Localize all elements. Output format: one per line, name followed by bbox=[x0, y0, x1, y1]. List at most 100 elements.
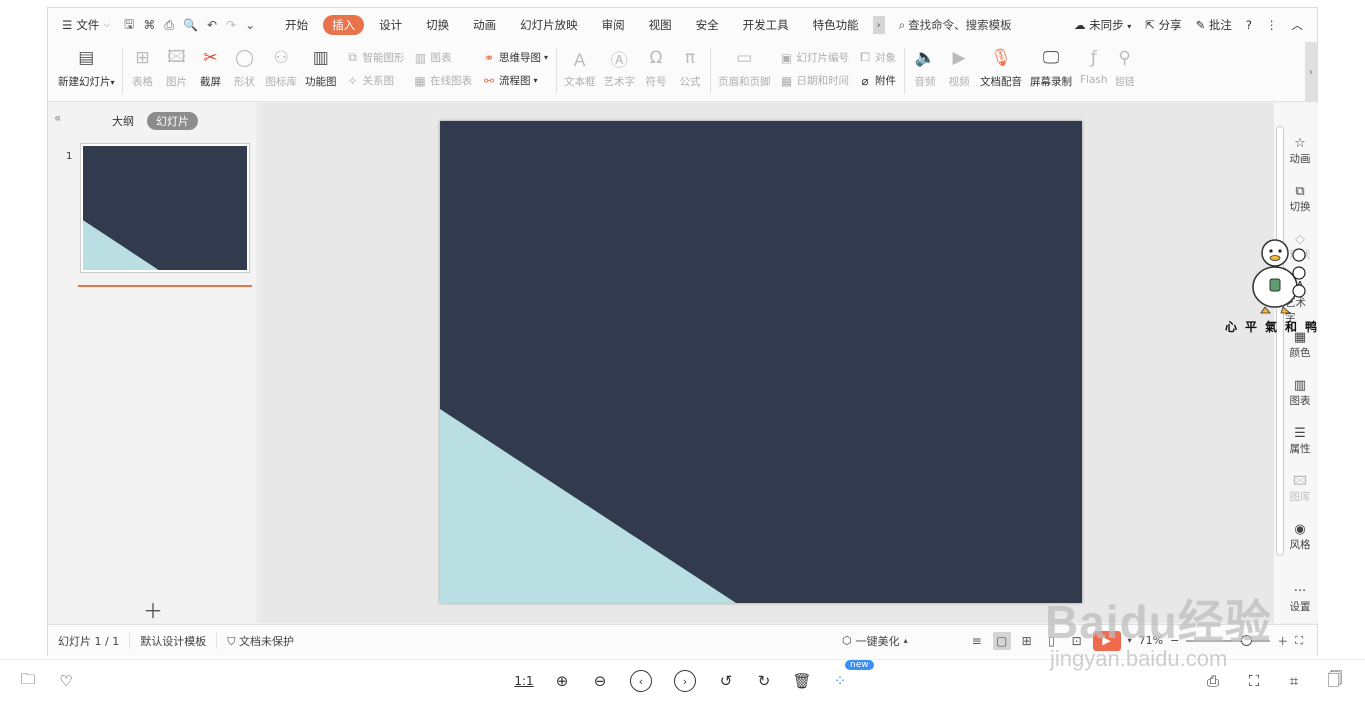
tab-transition[interactable]: 切换 bbox=[417, 15, 458, 35]
tab-animation[interactable]: 动画 bbox=[464, 15, 505, 35]
command-search[interactable]: ⌕ 查找命令、搜索模板 bbox=[899, 17, 1012, 33]
beautify-button[interactable]: ⬡ 一键美化 ▴ bbox=[842, 633, 908, 649]
more-options-icon[interactable]: ⋮ bbox=[1266, 18, 1278, 32]
print-icon[interactable]: ⎙ bbox=[1202, 670, 1224, 692]
design-template[interactable]: 默认设计模板 bbox=[130, 632, 218, 649]
shape-button[interactable]: ◯ 形状 bbox=[232, 42, 258, 98]
formula-button[interactable]: π 公式 bbox=[677, 42, 703, 98]
sidebar-style[interactable]: ◉ 风格 bbox=[1285, 522, 1315, 552]
video-button[interactable]: ▶ 视频 bbox=[946, 42, 972, 98]
screen-record-button[interactable]: 🖵 屏幕录制 bbox=[1030, 42, 1072, 98]
notes-icon[interactable]: ≡ bbox=[968, 632, 986, 650]
duck-mascot-illustration bbox=[1252, 239, 1306, 314]
attachment-button[interactable]: ⌀ 附件 bbox=[858, 73, 896, 88]
save-icon[interactable]: 🖫 bbox=[124, 15, 134, 36]
sidebar-settings[interactable]: ··· 设置 bbox=[1285, 584, 1315, 614]
open-folder-icon[interactable]: 🗀 bbox=[17, 670, 39, 692]
print-icon[interactable]: ⎙ bbox=[164, 18, 174, 33]
rotate-right-icon[interactable]: ↻ bbox=[753, 670, 775, 692]
tab-insert[interactable]: 插入 bbox=[323, 15, 365, 35]
zoom-in-icon[interactable]: ＋ bbox=[1277, 633, 1288, 649]
add-slide-icon[interactable]: ＋ bbox=[143, 595, 163, 624]
ribbon-scroll-right-icon[interactable]: › bbox=[1305, 42, 1317, 102]
rotate-left-icon[interactable]: ↺ bbox=[715, 670, 737, 692]
help-icon[interactable]: ? bbox=[1246, 18, 1252, 32]
online-chart-label: 在线图表 bbox=[430, 75, 473, 87]
fullscreen-icon[interactable]: ⛶ bbox=[1243, 670, 1265, 692]
slide-sorter-icon[interactable]: ⊞ bbox=[1018, 632, 1036, 650]
sync-button[interactable]: ☁ 未同步 ▾ bbox=[1074, 17, 1131, 33]
normal-view-icon[interactable]: ▢ bbox=[992, 631, 1011, 650]
tab-developer[interactable]: 开发工具 bbox=[734, 15, 798, 35]
screenshot-button[interactable]: ✂ 截屏 bbox=[198, 42, 224, 98]
format-painter-icon[interactable]: ⌘ bbox=[143, 18, 155, 32]
tab-slides[interactable]: 幻灯片 bbox=[147, 112, 198, 130]
doc-voice-button[interactable]: 🎙 文档配音 bbox=[980, 42, 1022, 98]
hyperlink-button[interactable]: ⚲ 超链 bbox=[1116, 42, 1134, 98]
audio-button[interactable]: 🔈 音频 bbox=[912, 42, 938, 98]
tab-outline[interactable]: 大纲 bbox=[112, 113, 134, 129]
table-button[interactable]: ⊞ 表格 bbox=[130, 42, 156, 98]
zoom-in-icon[interactable]: ⊕ bbox=[551, 670, 573, 692]
vertical-scrollbar[interactable] bbox=[1274, 126, 1284, 556]
wordart-button[interactable]: Ⓐ 艺术字 bbox=[604, 42, 636, 98]
comment-button[interactable]: ✎ 批注 bbox=[1196, 17, 1232, 33]
textbox-button[interactable]: Ａ 文本框 bbox=[564, 42, 596, 98]
tab-design[interactable]: 设计 bbox=[370, 15, 411, 35]
undo-icon[interactable]: ↶ bbox=[207, 18, 217, 32]
speaker-icon: 🔈 bbox=[914, 48, 936, 68]
slide-number-button[interactable]: ▣ 幻灯片编号 bbox=[780, 50, 849, 65]
sidebar-transition[interactable]: ⧉ 切换 bbox=[1285, 184, 1315, 214]
command-search-label: 查找命令、搜索模板 bbox=[908, 18, 1012, 32]
function-chart-button[interactable]: ▥ 功能图 bbox=[305, 42, 337, 98]
chart-button[interactable]: ▥ 图表 bbox=[414, 50, 452, 65]
new-slide-button[interactable]: ▤ 新建幻灯片▾ bbox=[58, 42, 115, 98]
online-chart-button[interactable]: ▦ 在线图表 bbox=[413, 73, 472, 88]
sidebar-chart[interactable]: ▥ 图表 bbox=[1285, 378, 1315, 408]
share-button[interactable]: ⇱ 分享 bbox=[1145, 17, 1181, 33]
tab-special-features[interactable]: 特色功能 bbox=[804, 15, 868, 35]
tab-security[interactable]: 安全 bbox=[687, 15, 728, 35]
info-icon[interactable]: 🗍 bbox=[1324, 670, 1346, 692]
slide-thumbnail[interactable] bbox=[80, 143, 250, 273]
scrollbar-track[interactable] bbox=[1276, 126, 1284, 556]
sidebar-animation[interactable]: ☆ 动画 bbox=[1285, 136, 1315, 166]
mindmap-button[interactable]: ⚭ 思维导图 ▾ bbox=[482, 50, 548, 65]
current-slide[interactable] bbox=[440, 121, 1082, 603]
icon-library-button[interactable]: ⚇ 图标库 bbox=[266, 42, 298, 98]
collapse-panel-icon[interactable]: « bbox=[54, 111, 61, 125]
apps-icon[interactable]: ⁘ bbox=[829, 670, 851, 692]
sidebar-gallery[interactable]: 🖾 图库 bbox=[1285, 474, 1315, 504]
header-footer-button[interactable]: ▭ 页眉和页脚 bbox=[718, 42, 771, 98]
previous-icon[interactable]: ‹ bbox=[630, 670, 652, 692]
audio-label: 音频 bbox=[914, 76, 936, 88]
screenshot-icon[interactable]: ⌗ bbox=[1283, 670, 1305, 692]
redo-icon[interactable]: ↷ bbox=[226, 18, 236, 32]
next-icon[interactable]: › bbox=[674, 670, 696, 692]
relation-chart-button[interactable]: ✧ 关系图 bbox=[346, 73, 394, 88]
document-protection[interactable]: ⛉ 文档未保护 bbox=[217, 633, 304, 649]
object-button[interactable]: ⧠ 对象 bbox=[858, 50, 896, 65]
actual-size-button[interactable]: 1:1 bbox=[513, 670, 535, 692]
file-menu[interactable]: ☰ 文件 ⌵ bbox=[48, 8, 118, 42]
sidebar-property[interactable]: ☰ 属性 bbox=[1285, 426, 1315, 456]
flash-button[interactable]: ƒ Flash bbox=[1080, 42, 1108, 98]
fit-window-icon[interactable]: ⛶ bbox=[1295, 634, 1303, 648]
date-time-button[interactable]: ▦ 日期和时间 bbox=[780, 73, 849, 88]
print-preview-icon[interactable]: 🔍 bbox=[183, 18, 198, 32]
tab-home[interactable]: 开始 bbox=[276, 15, 317, 35]
tab-view[interactable]: 视图 bbox=[640, 15, 681, 35]
icon-library-icon: ⚇ bbox=[273, 48, 289, 68]
customize-icon[interactable]: ⌄ bbox=[245, 18, 255, 32]
delete-icon[interactable]: 🗑 bbox=[791, 670, 813, 692]
zoom-out-icon[interactable]: ⊖ bbox=[589, 670, 611, 692]
collapse-ribbon-icon[interactable]: ︿ bbox=[1292, 17, 1304, 33]
symbol-button[interactable]: Ω 符号 bbox=[643, 42, 669, 98]
smart-art-button[interactable]: ⧉ 智能图形 bbox=[346, 50, 404, 65]
picture-button[interactable]: 🖾 图片 bbox=[164, 42, 190, 98]
tabs-more-arrow-icon[interactable]: › bbox=[872, 16, 885, 34]
favorite-heart-icon[interactable]: ♡ bbox=[55, 670, 77, 692]
tab-review[interactable]: 审阅 bbox=[593, 15, 634, 35]
tab-slideshow[interactable]: 幻灯片放映 bbox=[511, 15, 587, 35]
flowchart-button[interactable]: ⚯ 流程图 ▾ bbox=[482, 73, 548, 88]
